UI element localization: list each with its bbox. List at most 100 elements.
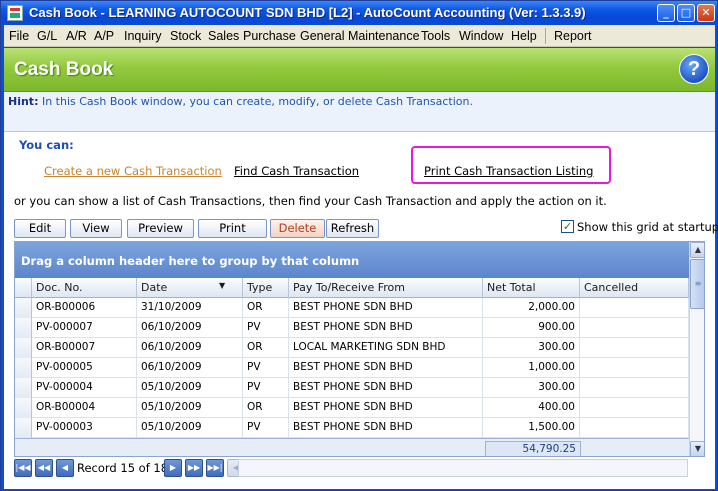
cell-net-total[interactable]: 900.00 — [483, 318, 580, 338]
cell-net-total[interactable]: 400.00 — [483, 398, 580, 418]
cell-doc-no[interactable]: PV-000005 — [32, 358, 137, 378]
menu-general-maintenance[interactable]: General Maintenance — [300, 29, 420, 43]
menu-ar[interactable]: A/R — [66, 29, 87, 43]
column-header-pay-to[interactable]: Pay To/Receive From — [289, 278, 483, 298]
view-button[interactable]: View — [70, 219, 122, 238]
next-record-icon[interactable]: ▶ — [164, 459, 182, 477]
print-cash-transaction-listing-link[interactable]: Print Cash Transaction Listing — [424, 164, 593, 178]
table-row[interactable]: PV-000007 06/10/2009 PV BEST PHONE SDN BHD 9… — [15, 318, 689, 338]
cell-pay-to[interactable]: BEST PHONE SDN BHD — [289, 298, 483, 318]
cell-pay-to[interactable]: BEST PHONE SDN BHD — [289, 318, 483, 338]
cell-type[interactable]: PV — [243, 318, 289, 338]
cell-date[interactable]: 05/10/2009 — [137, 378, 243, 398]
horizontal-scrollbar[interactable] — [238, 459, 688, 477]
menu-tools[interactable]: Tools — [421, 29, 450, 43]
help-icon[interactable]: ? — [679, 54, 709, 84]
table-row[interactable]: PV-000005 06/10/2009 PV BEST PHONE SDN BHD 1… — [15, 358, 689, 378]
cell-type[interactable]: PV — [243, 418, 289, 438]
row-indicator[interactable] — [15, 338, 32, 358]
column-header-date[interactable]: Date ▼ — [137, 278, 243, 298]
menu-stock[interactable]: Stock — [170, 29, 201, 43]
previous-page-icon[interactable]: ◀◀ — [35, 459, 53, 477]
menu-window[interactable]: Window — [459, 29, 503, 43]
table-row[interactable]: OR-B00006 31/10/2009 OR BEST PHONE SDN BHD 2… — [15, 298, 689, 318]
cell-date[interactable]: 06/10/2009 — [137, 318, 243, 338]
preview-button[interactable]: Preview — [127, 219, 194, 238]
cell-cancelled[interactable] — [580, 318, 689, 338]
next-page-icon[interactable]: ▶▶ — [185, 459, 203, 477]
cell-date[interactable]: 06/10/2009 — [137, 338, 243, 358]
scroll-up-icon[interactable]: ▲ — [690, 242, 704, 258]
find-cash-transaction-link[interactable]: Find Cash Transaction — [234, 164, 359, 178]
show-grid-checkbox[interactable]: ✓ — [561, 220, 574, 233]
last-record-icon[interactable]: ▶▶| — [206, 459, 224, 477]
scroll-thumb[interactable]: ≡ — [690, 259, 704, 309]
table-row[interactable]: PV-000004 05/10/2009 PV BEST PHONE SDN BHD 3… — [15, 378, 689, 398]
cell-cancelled[interactable] — [580, 418, 689, 438]
menu-help[interactable]: Help — [511, 29, 537, 43]
table-row[interactable]: OR-B00004 05/10/2009 OR BEST PHONE SDN BHD 4… — [15, 398, 689, 418]
print-button[interactable]: Print — [198, 219, 267, 238]
row-indicator[interactable] — [15, 298, 32, 318]
cell-doc-no[interactable]: PV-000004 — [32, 378, 137, 398]
row-indicator[interactable] — [15, 398, 32, 418]
cell-date[interactable]: 05/10/2009 — [137, 398, 243, 418]
group-by-panel[interactable]: Drag a column header here to group by th… — [15, 242, 689, 278]
cell-type[interactable]: OR — [243, 298, 289, 318]
cell-cancelled[interactable] — [580, 378, 689, 398]
cell-date[interactable]: 31/10/2009 — [137, 298, 243, 318]
cell-date[interactable]: 05/10/2009 — [137, 418, 243, 438]
table-row[interactable]: PV-000003 05/10/2009 PV BEST PHONE SDN BHD 1… — [15, 418, 689, 438]
menu-sales[interactable]: Sales — [208, 29, 239, 43]
cell-net-total[interactable]: 300.00 — [483, 378, 580, 398]
row-indicator[interactable] — [15, 378, 32, 398]
cell-pay-to[interactable]: LOCAL MARKETING SDN BHD — [289, 338, 483, 358]
first-record-icon[interactable]: |◀◀ — [14, 459, 32, 477]
column-header-type[interactable]: Type — [243, 278, 289, 298]
table-row[interactable]: OR-B00007 06/10/2009 OR LOCAL MARKETING SDN… — [15, 338, 689, 358]
create-cash-transaction-link[interactable]: Create a new Cash Transaction — [44, 164, 222, 178]
cell-cancelled[interactable] — [580, 298, 689, 318]
cell-net-total[interactable]: 2,000.00 — [483, 298, 580, 318]
vertical-scrollbar[interactable]: ▲ ≡ ▼ — [689, 242, 704, 456]
cell-type[interactable]: OR — [243, 338, 289, 358]
cell-cancelled[interactable] — [580, 358, 689, 378]
menu-file[interactable]: File — [9, 29, 29, 43]
cell-doc-no[interactable]: OR-B00007 — [32, 338, 137, 358]
minimize-icon[interactable]: _ — [657, 4, 675, 22]
row-indicator[interactable] — [15, 418, 32, 438]
cell-doc-no[interactable]: OR-B00004 — [32, 398, 137, 418]
maximize-icon[interactable]: □ — [677, 4, 695, 22]
menu-report[interactable]: Report — [554, 29, 592, 43]
column-header-cancelled[interactable]: Cancelled — [580, 278, 689, 298]
refresh-button[interactable]: Refresh — [326, 219, 379, 238]
cell-doc-no[interactable]: PV-000003 — [32, 418, 137, 438]
cell-net-total[interactable]: 300.00 — [483, 338, 580, 358]
cell-type[interactable]: PV — [243, 378, 289, 398]
cell-doc-no[interactable]: PV-000007 — [32, 318, 137, 338]
cell-net-total[interactable]: 1,500.00 — [483, 418, 580, 438]
menu-purchase[interactable]: Purchase — [243, 29, 296, 43]
cell-net-total[interactable]: 1,000.00 — [483, 358, 580, 378]
column-header-doc-no[interactable]: Doc. No. — [32, 278, 137, 298]
cell-cancelled[interactable] — [580, 338, 689, 358]
cell-date[interactable]: 06/10/2009 — [137, 358, 243, 378]
row-indicator[interactable] — [15, 318, 32, 338]
cell-pay-to[interactable]: BEST PHONE SDN BHD — [289, 358, 483, 378]
cell-pay-to[interactable]: BEST PHONE SDN BHD — [289, 398, 483, 418]
scroll-down-icon[interactable]: ▼ — [690, 441, 704, 456]
cell-cancelled[interactable] — [580, 398, 689, 418]
close-icon[interactable]: ✕ — [697, 4, 715, 22]
menu-gl[interactable]: G/L — [37, 29, 57, 43]
menu-inquiry[interactable]: Inquiry — [124, 29, 162, 43]
delete-button[interactable]: Delete — [270, 219, 325, 238]
cell-doc-no[interactable]: OR-B00006 — [32, 298, 137, 318]
cell-pay-to[interactable]: BEST PHONE SDN BHD — [289, 418, 483, 438]
edit-button[interactable]: Edit — [14, 219, 66, 238]
cell-type[interactable]: OR — [243, 398, 289, 418]
row-indicator[interactable] — [15, 358, 32, 378]
cell-pay-to[interactable]: BEST PHONE SDN BHD — [289, 378, 483, 398]
cell-type[interactable]: PV — [243, 358, 289, 378]
previous-record-icon[interactable]: ◀ — [56, 459, 74, 477]
menu-ap[interactable]: A/P — [94, 29, 114, 43]
